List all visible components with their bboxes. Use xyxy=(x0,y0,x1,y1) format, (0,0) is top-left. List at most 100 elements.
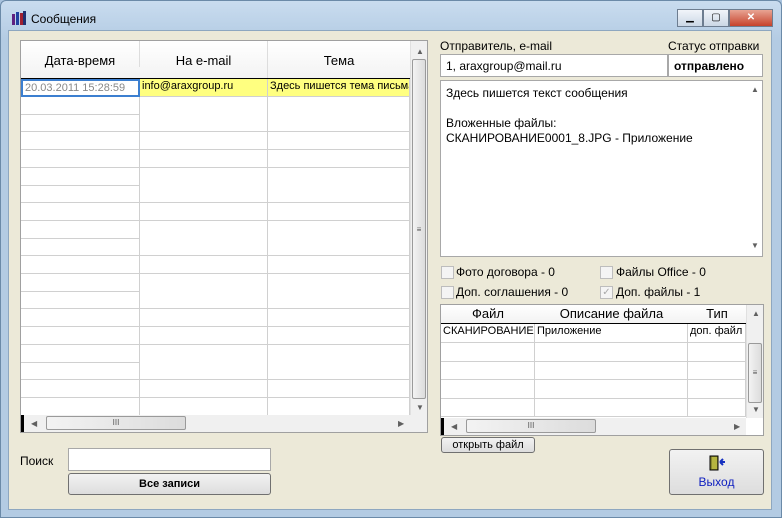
scroll-down-icon[interactable]: ▼ xyxy=(752,405,760,414)
cell-date[interactable] xyxy=(21,397,140,416)
cell-subject[interactable] xyxy=(268,185,410,204)
cell-email[interactable] xyxy=(140,132,268,151)
cell-file[interactable] xyxy=(441,379,535,399)
files-grid[interactable]: Файл Описание файла Тип СКАНИРОВАНИЕ0001… xyxy=(440,304,764,436)
col-type[interactable]: Тип xyxy=(688,306,746,321)
scroll-left-icon[interactable]: ◀ xyxy=(31,419,37,428)
scroll-right-icon[interactable]: ▶ xyxy=(734,422,740,431)
cell-date[interactable] xyxy=(21,220,140,239)
cell-subject[interactable] xyxy=(268,96,410,115)
cell-email[interactable] xyxy=(140,167,268,186)
cell-type[interactable]: доп. файл xyxy=(688,324,746,343)
cell-date[interactable] xyxy=(21,273,140,292)
search-input[interactable] xyxy=(68,448,271,471)
cell-subject[interactable] xyxy=(268,167,410,186)
cell-subject[interactable] xyxy=(268,256,410,274)
scroll-down-icon[interactable]: ▼ xyxy=(416,403,424,412)
cell-date[interactable] xyxy=(21,379,140,398)
status-field[interactable]: отправлено xyxy=(668,54,763,77)
scroll-up-icon[interactable]: ▲ xyxy=(752,309,760,318)
cell-email[interactable] xyxy=(140,273,268,292)
cell-email[interactable] xyxy=(140,326,268,345)
vscroll-thumb[interactable]: ≡ xyxy=(748,343,762,403)
cell-email[interactable] xyxy=(140,96,268,115)
cell-email[interactable] xyxy=(140,256,268,274)
cell-file[interactable] xyxy=(441,361,535,380)
cell-email[interactable] xyxy=(140,291,268,310)
checkbox-photo-contract[interactable] xyxy=(441,266,454,279)
close-button[interactable]: ✕ xyxy=(729,9,773,27)
cell-subject[interactable] xyxy=(268,220,410,239)
files-hscrollbar[interactable]: ◀ III ▶ xyxy=(441,418,746,435)
cell-subject[interactable] xyxy=(268,273,410,292)
cell-subject[interactable] xyxy=(268,344,410,363)
cell-description[interactable]: Приложение xyxy=(535,324,688,343)
col-subject[interactable]: Тема xyxy=(268,41,410,78)
cell-type[interactable] xyxy=(688,398,746,417)
all-records-button[interactable]: Все записи xyxy=(68,473,271,495)
cell-email[interactable] xyxy=(140,397,268,416)
cell-date[interactable] xyxy=(21,256,140,274)
cell-date[interactable] xyxy=(21,132,140,151)
cell-date[interactable] xyxy=(21,309,140,328)
hscroll-thumb[interactable]: III xyxy=(46,416,186,430)
cell-date[interactable] xyxy=(21,114,140,133)
cell-email[interactable] xyxy=(140,362,268,381)
cell-type[interactable] xyxy=(688,379,746,399)
cell-date[interactable] xyxy=(21,344,140,363)
checkbox-office-files[interactable] xyxy=(600,266,613,279)
cell-email[interactable]: info@araxgroup.ru xyxy=(140,79,268,97)
col-email[interactable]: На e-mail xyxy=(140,41,268,78)
cell-date[interactable]: 20.03.2011 15:28:59 xyxy=(21,79,140,97)
cell-date[interactable] xyxy=(21,202,140,221)
cell-subject[interactable] xyxy=(268,132,410,151)
minimize-button[interactable]: ▁ xyxy=(677,9,703,27)
cell-subject[interactable] xyxy=(268,379,410,398)
cell-description[interactable] xyxy=(535,342,688,362)
cell-subject[interactable] xyxy=(268,326,410,345)
files-vscrollbar[interactable]: ▲ ≡ ▼ xyxy=(746,305,763,418)
cell-subject[interactable] xyxy=(268,238,410,257)
cell-date[interactable] xyxy=(21,96,140,115)
cell-date[interactable] xyxy=(21,238,140,257)
cell-date[interactable] xyxy=(21,291,140,310)
maximize-button[interactable]: ▢ xyxy=(703,9,729,27)
checkbox-agreements[interactable] xyxy=(441,286,454,299)
cell-subject[interactable] xyxy=(268,309,410,328)
cell-subject[interactable] xyxy=(268,291,410,310)
cell-subject[interactable] xyxy=(268,362,410,381)
cell-file[interactable] xyxy=(441,398,535,417)
messages-vscrollbar[interactable]: ▲ ≡ ▼ xyxy=(410,41,427,415)
col-file[interactable]: Файл xyxy=(441,306,535,321)
hscroll-thumb[interactable]: III xyxy=(466,419,596,433)
cell-date[interactable] xyxy=(21,362,140,381)
cell-file[interactable]: СКАНИРОВАНИЕ0001_8.JPG xyxy=(441,324,535,343)
cell-description[interactable] xyxy=(535,398,688,417)
cell-subject[interactable] xyxy=(268,397,410,416)
cell-subject[interactable] xyxy=(268,114,410,133)
cell-email[interactable] xyxy=(140,114,268,133)
cell-type[interactable] xyxy=(688,361,746,380)
cell-date[interactable] xyxy=(21,185,140,204)
cell-subject[interactable] xyxy=(268,202,410,221)
message-body[interactable]: Здесь пишется текст сообщения Вложенные … xyxy=(440,80,763,257)
sender-field[interactable]: 1, araxgroup@mail.ru xyxy=(440,54,668,77)
cell-description[interactable] xyxy=(535,379,688,399)
cell-email[interactable] xyxy=(140,149,268,168)
cell-date[interactable] xyxy=(21,149,140,168)
exit-button[interactable]: Выход xyxy=(669,449,764,495)
cell-date[interactable] xyxy=(21,167,140,186)
cell-date[interactable] xyxy=(21,326,140,345)
cell-type[interactable] xyxy=(688,342,746,362)
open-file-button[interactable]: открыть файл xyxy=(441,437,535,453)
col-date[interactable]: Дата-время xyxy=(21,41,140,68)
scroll-up-icon[interactable]: ▲ xyxy=(751,85,759,94)
cell-file[interactable] xyxy=(441,342,535,362)
cell-email[interactable] xyxy=(140,344,268,363)
cell-description[interactable] xyxy=(535,361,688,380)
cell-email[interactable] xyxy=(140,309,268,328)
messages-hscrollbar[interactable]: ◀ III ▶ xyxy=(21,415,427,432)
cell-email[interactable] xyxy=(140,202,268,221)
scroll-right-icon[interactable]: ▶ xyxy=(398,419,404,428)
checkbox-extra-files[interactable]: ✓ xyxy=(600,286,613,299)
